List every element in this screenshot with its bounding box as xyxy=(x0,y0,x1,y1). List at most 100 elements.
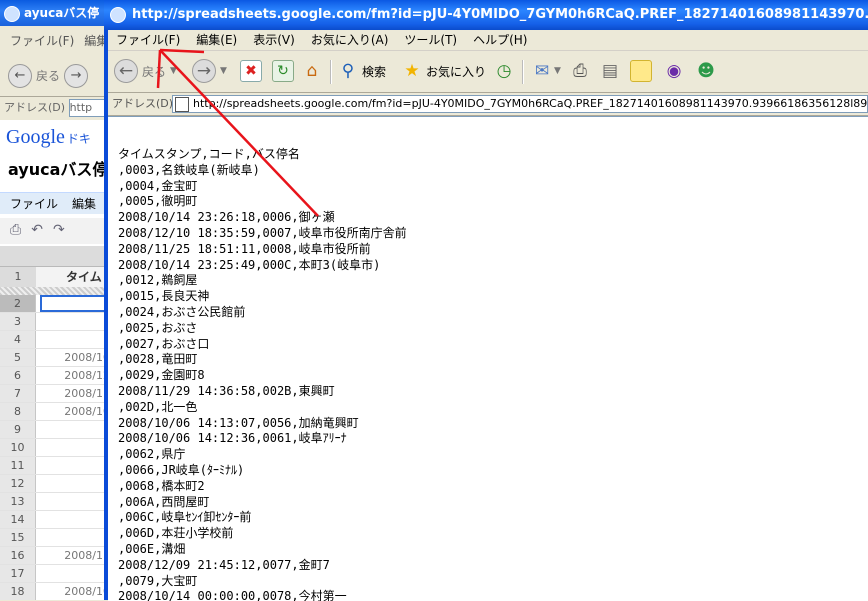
table-row: 7 2008/11 xyxy=(0,385,110,403)
csv-line: ,002D,北一色 xyxy=(118,399,198,414)
stop-icon[interactable]: ✖ xyxy=(240,60,262,82)
doc-title[interactable]: ayucaバス停 xyxy=(8,156,108,180)
row-number[interactable]: 3 xyxy=(0,313,36,330)
menu-tools[interactable]: ツール(T) xyxy=(396,30,465,50)
address-value: http://spreadsheets.google.com/fm?id=pJU… xyxy=(193,97,868,110)
star-icon: ★ xyxy=(404,61,420,81)
search-label: 検索 xyxy=(362,64,387,79)
menu-edit[interactable]: 編集(E) xyxy=(188,30,245,50)
row-number[interactable]: 5 xyxy=(0,349,36,366)
row-number[interactable]: 6 xyxy=(0,367,36,384)
freeze-bar[interactable] xyxy=(0,287,110,295)
forward-button[interactable]: → ▼ xyxy=(192,57,227,85)
menu-help[interactable]: ヘルプ(H) xyxy=(465,30,535,50)
popup-browser-window[interactable]: http://spreadsheets.google.com/fm?id=pJU… xyxy=(104,0,868,601)
table-row: 5 2008/10 xyxy=(0,349,110,367)
row-number[interactable]: 15 xyxy=(0,529,36,546)
row-number[interactable]: 8 xyxy=(0,403,36,420)
row-number[interactable]: 10 xyxy=(0,439,36,456)
row-number[interactable]: 16 xyxy=(0,547,36,564)
note-icon[interactable] xyxy=(630,60,652,82)
table-row: 6 2008/12 xyxy=(0,367,110,385)
popup-title-bar[interactable]: http://spreadsheets.google.com/fm?id=pJU… xyxy=(104,0,868,30)
home-icon[interactable]: ⌂ xyxy=(300,59,324,83)
csv-line: ,0066,JR岐阜(ﾀｰﾐﾅﾙ) xyxy=(118,462,245,477)
doc-menu-edit[interactable]: 編集 xyxy=(72,197,96,211)
csv-line: 2008/10/14 00:00:00,0078,今村第一 xyxy=(118,589,347,601)
back-arrow-icon[interactable]: ← xyxy=(8,64,32,88)
grid-cell[interactable]: 2008/11 xyxy=(40,385,110,402)
print-icon[interactable]: ⎙ xyxy=(568,59,592,83)
grid-cell[interactable]: 2008/11 xyxy=(40,547,110,564)
print-icon[interactable]: ⎙ xyxy=(10,222,21,238)
row-number[interactable]: 14 xyxy=(0,511,36,528)
menu-view[interactable]: 表示(V) xyxy=(245,30,303,50)
bg-address-value: http xyxy=(69,101,93,114)
doc-menu-file[interactable]: ファイル xyxy=(10,197,58,211)
row-number[interactable]: 13 xyxy=(0,493,36,510)
google-docs-logo[interactable]: Google ドキ xyxy=(6,126,91,149)
table-row: 3 xyxy=(0,313,110,331)
row-number[interactable]: 9 xyxy=(0,421,36,438)
bg-address-label: アドレス(D) xyxy=(4,101,66,114)
bg-address-bar: アドレス(D) http xyxy=(0,96,110,118)
grid-cell[interactable]: 2008/10 xyxy=(40,583,110,600)
csv-line: ,0003,名鉄岐阜(新岐阜) xyxy=(118,162,260,177)
bg-title-bar[interactable]: ayucaバス停 xyxy=(0,0,110,26)
popup-body: ファイル(F) 編集(E) 表示(V) お気に入り(A) ツール(T) ヘルプ(H) ← … xyxy=(108,30,868,601)
csv-content-pane[interactable]: タイムスタンプ,コード,バス停名 ,0003,名鉄岐阜(新岐阜) ,0004,金宝町… xyxy=(108,116,868,601)
messenger-icon[interactable]: ☻ xyxy=(694,59,718,83)
grid-cell[interactable]: 2008/10 xyxy=(40,403,110,420)
search-button[interactable]: ⚲ 検索 xyxy=(336,57,386,85)
edit-icon[interactable]: ▤ xyxy=(598,59,622,83)
chevron-down-icon[interactable]: ▼ xyxy=(554,66,561,76)
history-icon[interactable]: ◷ xyxy=(492,59,516,83)
table-row: 8 2008/10 xyxy=(0,403,110,421)
chevron-down-icon[interactable]: ▼ xyxy=(220,66,227,76)
menu-file[interactable]: ファイル(F) xyxy=(108,30,188,50)
table-row: 11 xyxy=(0,457,110,475)
table-row: 15 xyxy=(0,529,110,547)
row-number[interactable]: 17 xyxy=(0,565,36,582)
table-row: 18 2008/10 xyxy=(0,583,110,600)
row-number[interactable]: 18 xyxy=(0,583,36,600)
back-arrow-icon: ← xyxy=(114,59,138,83)
row-number[interactable]: 4 xyxy=(0,331,36,348)
csv-line: ,006C,岐阜ｾﾝｲ卸ｾﾝﾀｰ前 xyxy=(118,510,252,525)
csv-line: ,0029,金園町8 xyxy=(118,368,205,383)
doc-menu-bar: ファイル 編集 xyxy=(0,192,110,214)
header-cell[interactable]: タイム xyxy=(38,267,102,287)
row-number[interactable]: 1 xyxy=(0,267,36,287)
address-input[interactable]: http://spreadsheets.google.com/fm?id=pJU… xyxy=(172,95,868,113)
row-number[interactable]: 12 xyxy=(0,475,36,492)
table-row: 4 xyxy=(0,331,110,349)
menu-favorites[interactable]: お気に入り(A) xyxy=(303,30,397,50)
redo-icon[interactable]: ↷ xyxy=(53,222,65,238)
csv-line: ,006D,本荘小学校前 xyxy=(118,526,234,541)
csv-line: 2008/10/14 23:26:18,0006,御ヶ瀬 xyxy=(118,210,335,225)
csv-line: ,0079,大宝町 xyxy=(118,573,198,588)
row-number[interactable]: 7 xyxy=(0,385,36,402)
grid-cell[interactable] xyxy=(40,295,110,312)
bg-back-label[interactable]: 戻る xyxy=(36,69,60,83)
bg-menu-file[interactable]: ファイル(F) xyxy=(10,34,74,48)
back-button[interactable]: ← 戻る ▼ xyxy=(114,57,177,85)
grid-cell[interactable]: 2008/12 xyxy=(40,367,110,384)
google-logo-text: Google xyxy=(6,126,65,148)
row-number[interactable]: 11 xyxy=(0,457,36,474)
chevron-down-icon[interactable]: ▼ xyxy=(170,66,177,76)
back-label: 戻る xyxy=(142,64,167,79)
undo-icon[interactable]: ↶ xyxy=(31,222,43,238)
research-icon[interactable]: ◉ xyxy=(662,59,686,83)
favorites-button[interactable]: ★ お気に入り xyxy=(400,57,486,85)
table-row: 2 xyxy=(0,295,110,313)
background-browser-window[interactable]: ayucaバス停 ファイル(F) 編集 ← 戻る → アドレス(D) http Goo… xyxy=(0,0,110,600)
csv-text: タイムスタンプ,コード,バス停名 ,0003,名鉄岐阜(新岐阜) ,0004,金宝町… xyxy=(118,147,407,601)
csv-line: ,0027,おぶさ口 xyxy=(118,336,210,351)
mail-icon[interactable]: ✉ xyxy=(530,59,554,83)
popup-window-title: http://spreadsheets.google.com/fm?id=pJU… xyxy=(132,7,868,22)
forward-arrow-icon[interactable]: → xyxy=(64,64,89,88)
refresh-icon[interactable]: ↻ xyxy=(272,60,294,82)
row-number[interactable]: 2 xyxy=(0,295,36,312)
grid-cell[interactable]: 2008/10 xyxy=(40,349,110,366)
